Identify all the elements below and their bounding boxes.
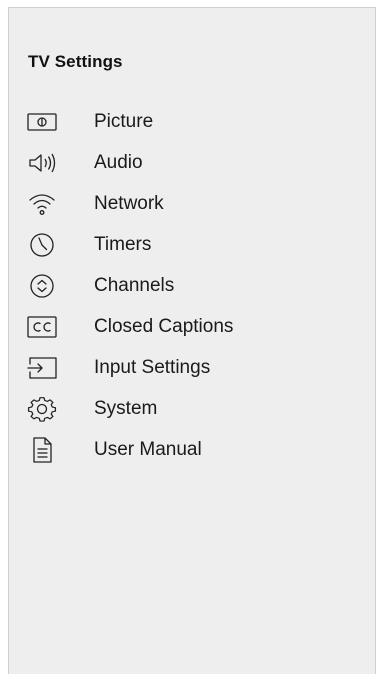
menu-item-label: Timers xyxy=(94,233,152,255)
menu-item-picture[interactable]: Picture xyxy=(26,101,233,142)
settings-menu: Picture Audio Network Timers Channels Cl… xyxy=(26,101,233,470)
menu-item-label: System xyxy=(94,397,158,419)
panel-title: TV Settings xyxy=(28,52,123,71)
menu-item-label: Picture xyxy=(94,110,154,132)
picture-icon xyxy=(26,108,58,136)
menu-item-user-manual[interactable]: User Manual xyxy=(26,429,233,470)
gear-icon xyxy=(26,395,58,423)
cc-icon xyxy=(26,313,58,341)
menu-item-label: User Manual xyxy=(94,438,202,460)
wifi-icon xyxy=(26,190,58,218)
menu-item-label: Channels xyxy=(94,274,175,296)
clock-icon xyxy=(26,231,58,259)
menu-item-label: Input Settings xyxy=(94,356,211,378)
menu-item-timers[interactable]: Timers xyxy=(26,224,233,265)
input-icon xyxy=(26,354,58,382)
menu-item-system[interactable]: System xyxy=(26,388,233,429)
menu-item-label: Audio xyxy=(94,151,143,173)
menu-item-label: Network xyxy=(94,192,164,214)
channels-icon xyxy=(26,272,58,300)
document-icon xyxy=(26,436,58,464)
menu-item-audio[interactable]: Audio xyxy=(26,142,233,183)
menu-item-channels[interactable]: Channels xyxy=(26,265,233,306)
menu-item-label: Closed Captions xyxy=(94,315,234,337)
menu-item-network[interactable]: Network xyxy=(26,183,233,224)
tv-settings-panel: TV Settings Picture Audio Network Timers… xyxy=(8,7,376,674)
menu-item-closed-captions[interactable]: Closed Captions xyxy=(26,306,233,347)
audio-icon xyxy=(26,149,58,177)
menu-item-input-settings[interactable]: Input Settings xyxy=(26,347,233,388)
